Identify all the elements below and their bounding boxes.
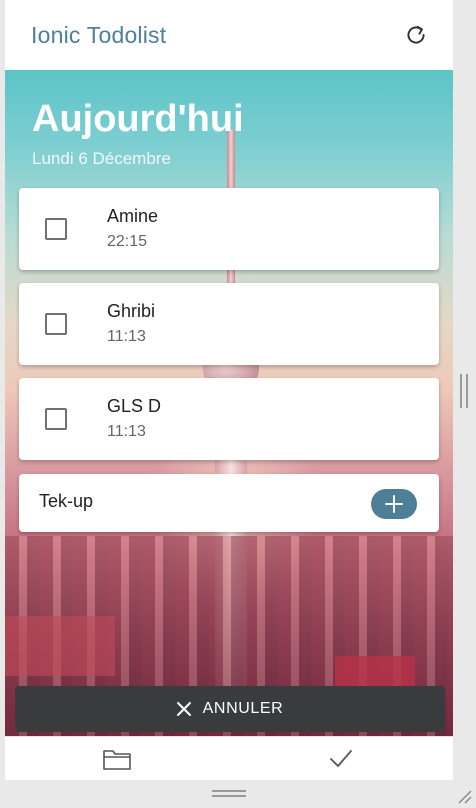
refresh-button[interactable] (401, 20, 431, 50)
tab-bar (5, 736, 453, 780)
todo-checkbox[interactable] (45, 408, 67, 430)
app-window: Ionic Todolist Aujourd'hui Lundi 6 Décem… (5, 0, 453, 780)
checkmark-icon (330, 749, 352, 767)
undo-snackbar[interactable]: ANNULER (15, 686, 445, 732)
add-todo-button[interactable] (371, 489, 417, 519)
todo-item[interactable]: Amine 22:15 (19, 188, 439, 270)
app-header: Ionic Todolist (5, 0, 453, 70)
side-resize-handle[interactable] (460, 374, 468, 408)
undo-button-label: ANNULER (202, 700, 284, 717)
folder-icon (103, 749, 131, 770)
close-icon (176, 702, 191, 716)
add-todo-card (19, 474, 439, 532)
tab-folder[interactable] (5, 737, 229, 780)
todo-checkbox[interactable] (45, 313, 67, 335)
content-area[interactable]: Aujourd'hui Lundi 6 Décembre Amine 22:15… (5, 70, 453, 736)
tab-done[interactable] (229, 737, 453, 780)
todo-time: 22:15 (107, 233, 148, 250)
todo-checkbox[interactable] (45, 218, 67, 240)
todo-time: 11:13 (107, 328, 146, 345)
todo-item[interactable]: GLS D 11:13 (19, 378, 439, 460)
todo-name: Ghribi (107, 301, 156, 321)
page-title: Aujourd'hui (32, 98, 244, 140)
todo-name: GLS D (107, 396, 162, 416)
todo-name: Amine (107, 206, 159, 226)
new-todo-input[interactable] (39, 491, 339, 512)
todo-time: 11:13 (107, 423, 146, 440)
app-title: Ionic Todolist (31, 21, 167, 48)
todo-item[interactable]: Ghribi 11:13 (19, 283, 439, 365)
resize-grip-icon[interactable] (456, 788, 472, 804)
bottom-resize-handle[interactable] (212, 790, 246, 797)
date-subtitle: Lundi 6 Décembre (32, 149, 171, 168)
refresh-icon (407, 25, 425, 44)
plus-icon (385, 495, 403, 513)
